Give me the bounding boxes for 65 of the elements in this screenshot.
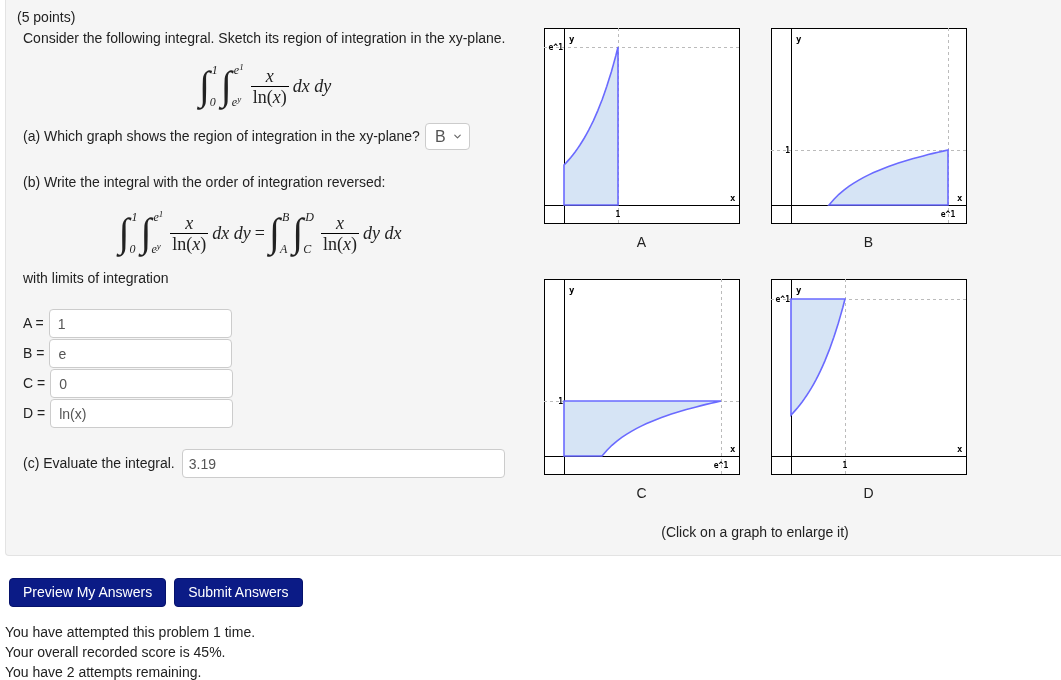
lower-limit: C <box>303 243 313 255</box>
differentials: dx dy <box>292 74 332 98</box>
graph-caption: B <box>863 234 874 250</box>
differentials: dy dx <box>362 221 402 245</box>
differentials: dx dy <box>212 221 251 245</box>
axis-label: y <box>568 285 574 295</box>
field-label: B = <box>23 344 45 363</box>
axis-label: x <box>956 193 962 203</box>
status-message: You have attempted this problem 1 time. <box>5 623 257 642</box>
equals-sign: = <box>254 221 265 245</box>
numerator: x <box>335 212 344 233</box>
tick-label: e^1 <box>713 461 728 470</box>
answer-field[interactable]: ln(x) <box>50 399 234 428</box>
graph-caption: A <box>636 234 647 250</box>
graph-caption: D <box>863 485 874 501</box>
field-label: A = <box>23 314 44 333</box>
numerator: x <box>185 212 194 233</box>
denominator: ln(x) <box>170 232 209 254</box>
axis-label: y <box>795 285 801 295</box>
limits-label: with limits of integration <box>23 270 170 286</box>
question-text: (b) Write the integral with the order of integration reversed: <box>23 174 387 190</box>
axis-label: y <box>795 34 801 44</box>
tick-label: e^1 <box>940 210 955 219</box>
answer-field[interactable]: 1 <box>48 309 232 338</box>
upper-limit: e$^{1}$ <box>233 64 244 76</box>
answer-field[interactable]: 3.19 <box>181 449 505 478</box>
region-graph[interactable]: y x e^1 1 <box>543 279 740 475</box>
field-label: C = <box>23 374 46 393</box>
question-text: (c) Evaluate the integral. <box>23 454 175 473</box>
tick-label: 1 <box>784 146 790 155</box>
axis-label: x <box>729 193 735 203</box>
upper-limit: B <box>281 211 290 223</box>
region-graph[interactable]: y x 1 e^1 <box>543 28 740 224</box>
region-graph[interactable]: y x 1 e^1 <box>770 279 967 475</box>
status-message: You have 2 attempts remaining. <box>5 663 203 680</box>
upper-limit: e$^{1}$ <box>153 211 164 223</box>
graphs-note: (Click on a graph to enlarge it) <box>661 524 849 540</box>
chevron-down-icon <box>451 131 463 142</box>
tick-label: 1 <box>615 210 620 219</box>
axis-label: x <box>956 444 962 454</box>
upper-limit: 1 <box>131 211 138 223</box>
graph-select[interactable]: B <box>424 123 470 150</box>
tick-label: 1 <box>557 397 563 406</box>
field-label: D = <box>23 404 46 423</box>
points-label: (5 points) <box>17 9 77 25</box>
tick-label: e^1 <box>548 43 563 52</box>
denominator: ln(x) <box>320 232 359 254</box>
answer-field[interactable]: e <box>49 339 233 368</box>
axis-label: x <box>729 444 735 454</box>
region-graph[interactable]: y x e^1 1 <box>770 28 967 224</box>
denominator: ln(x) <box>250 85 289 107</box>
tick-label: e^1 <box>775 295 790 304</box>
submit-button[interactable]: Preview My Answers <box>9 578 167 607</box>
upper-limit: 1 <box>211 64 218 76</box>
graph-caption: C <box>636 485 647 501</box>
status-message: Your overall recorded score is 45%. <box>5 643 227 662</box>
axis-label: y <box>568 34 574 44</box>
answer-field[interactable]: 0 <box>50 369 234 398</box>
submit-button[interactable]: Submit Answers <box>174 578 303 607</box>
tick-label: 1 <box>842 461 847 470</box>
upper-limit: D <box>305 211 314 223</box>
numerator: x <box>265 65 274 86</box>
integral-sign: ∫ <box>292 210 304 256</box>
question-text: (a) Which graph shows the region of integration in the xy-plane? <box>23 127 420 146</box>
problem-prompt: Consider the following integral. Sketch its region of integration in the xy-plane. <box>23 30 507 46</box>
